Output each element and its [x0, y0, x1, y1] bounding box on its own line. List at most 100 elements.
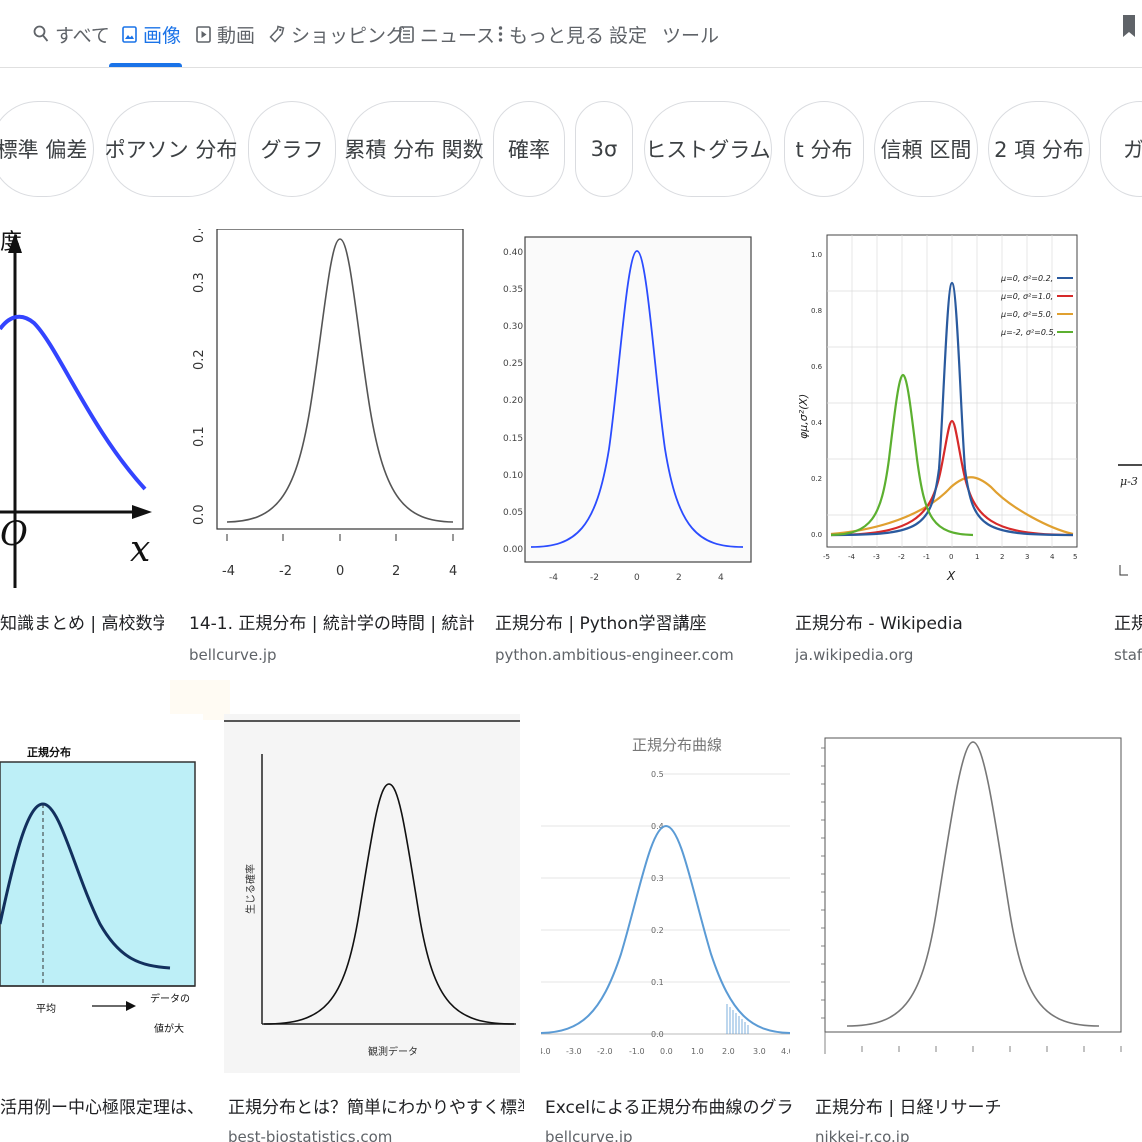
- result-source-8: bellcurve.jp: [545, 1128, 633, 1142]
- legend-entry: μ=0, σ²=1.0,: [1000, 292, 1053, 301]
- ytick: 0.4: [192, 229, 207, 243]
- tab-videos[interactable]: 動画: [194, 0, 255, 68]
- result-source-3: python.ambitious-engineer.com: [495, 646, 734, 664]
- ylabel-text: φμ,σ²(X): [797, 394, 810, 439]
- result-thumbnail-5[interactable]: μ-3: [1110, 229, 1142, 588]
- chip-binomial[interactable]: 2 項 分布: [988, 101, 1090, 197]
- label-text: μ-3: [1120, 475, 1138, 488]
- xtick: 5: [1073, 553, 1077, 561]
- xtick: -1: [923, 553, 930, 561]
- ytick: 0.2: [192, 349, 207, 370]
- ytick: 0.1: [192, 426, 207, 447]
- ytick: 0.3: [651, 874, 664, 883]
- tab-label: ショッピング: [291, 24, 406, 47]
- xtick: 4: [449, 564, 457, 579]
- xtick: 0.0: [660, 1047, 673, 1056]
- ytick: 0.25: [503, 359, 523, 369]
- result-title-6[interactable]: 活用例ー中心極限定理は、保険数…: [0, 1093, 203, 1118]
- ytick: 0.40: [503, 248, 523, 258]
- result-thumbnail-7[interactable]: 生じる確率 観測データ: [224, 714, 520, 1073]
- legend-entry: μ=0, σ²=0.2,: [1000, 274, 1053, 283]
- result-source-2: bellcurve.jp: [189, 646, 277, 664]
- chip-confidence-interval[interactable]: 信頼 区間: [874, 101, 978, 197]
- tab-news[interactable]: ニュース: [397, 0, 495, 68]
- ytick: 0.5: [651, 770, 664, 779]
- ytick: 0.4: [651, 822, 664, 831]
- origin-text: O: [0, 514, 28, 554]
- tab-tools[interactable]: ツール: [662, 0, 719, 68]
- xtick: -3.0: [566, 1047, 582, 1056]
- xtick: 1: [975, 553, 979, 561]
- ytick: 0.4: [811, 419, 823, 427]
- chart-title: 正規分布: [27, 745, 71, 759]
- ylabel-text: 生じる確率: [244, 864, 257, 914]
- result-thumbnail-6[interactable]: 正規分布 平均 データの 値が大: [0, 714, 203, 1073]
- xtick: 3.0: [753, 1047, 766, 1056]
- xtick: -3: [873, 553, 880, 561]
- chip-3-sigma[interactable]: 3σ: [575, 101, 633, 197]
- result-title-5[interactable]: 正規分: [1114, 609, 1142, 634]
- tab-more[interactable]: もっと見る: [496, 0, 604, 68]
- xtick: -2.0: [597, 1047, 613, 1056]
- bookmark-icon[interactable]: [1122, 14, 1136, 38]
- xtick: 2: [1000, 553, 1004, 561]
- ytick: 0.6: [811, 363, 823, 371]
- ytick: 0.30: [503, 322, 523, 332]
- xtick: 4: [1050, 553, 1055, 561]
- video-icon: [194, 24, 212, 44]
- xtick: -4: [549, 573, 558, 583]
- result-title-4[interactable]: 正規分布 - Wikipedia: [795, 609, 1092, 634]
- tab-shopping[interactable]: ショッピング: [268, 0, 405, 68]
- xtick: 4.0: [781, 1047, 790, 1056]
- ytick: 0.0: [192, 504, 207, 525]
- result-title-8[interactable]: Excelによる正規分布曲線のグラフの作…: [545, 1093, 794, 1118]
- xtick: -4: [848, 553, 856, 561]
- xtick: 1.0: [691, 1047, 704, 1056]
- result-thumbnail-2[interactable]: 0.0 0.1 0.2 0.3 0.4 -4 -2 0 2 4: [185, 229, 470, 588]
- ytick: 0.0: [811, 531, 822, 539]
- chip-gamma[interactable]: ガン: [1100, 101, 1142, 197]
- ytick: 0.20: [503, 396, 523, 406]
- tab-label: すべて: [55, 24, 110, 47]
- result-title-7[interactable]: 正規分布とは？簡単にわかりやすく標準偏差と…: [228, 1093, 524, 1118]
- tab-settings[interactable]: 設定: [609, 0, 647, 68]
- chip-poisson[interactable]: ポアソン 分布: [105, 101, 237, 197]
- result-title-1[interactable]: 知識まとめ | 高校数学の美…: [0, 609, 164, 634]
- xtick: 0: [634, 573, 640, 583]
- ylabel-text: 度: [0, 230, 22, 255]
- chip-cdf[interactable]: 累積 分布 関数: [344, 101, 484, 197]
- result-title-3[interactable]: 正規分布 | Python学習講座: [495, 609, 774, 634]
- xtick: 0: [336, 564, 344, 579]
- ytick: 0.2: [651, 926, 664, 935]
- result-title-2[interactable]: 14-1. 正規分布 | 統計学の時間 | 統計WEB: [189, 609, 474, 634]
- xtick: 3: [1025, 553, 1029, 561]
- note-label: 値が大: [154, 1022, 184, 1035]
- result-thumbnail-8[interactable]: 正規分布曲線 0.0 0.1 0.2 0.3 0.4 0.5 -4.0 -3.0…: [541, 714, 790, 1073]
- active-tab-indicator: [109, 63, 182, 67]
- result-thumbnail-3[interactable]: 0.00 0.05 0.10 0.15 0.20 0.25 0.30 0.35 …: [491, 229, 770, 588]
- chip-probability[interactable]: 確率: [493, 101, 565, 197]
- tab-images[interactable]: 画像: [120, 0, 181, 68]
- more-vert-icon: [496, 24, 504, 44]
- xtick: 2: [392, 564, 400, 579]
- result-thumbnail-1[interactable]: 度 O x: [0, 229, 164, 588]
- xtick: -2: [279, 564, 292, 579]
- chip-t-distribution[interactable]: t 分布: [784, 101, 864, 197]
- tab-label: ツール: [662, 24, 720, 47]
- ytick: 1.0: [811, 251, 822, 259]
- tab-label: もっと見る: [509, 24, 605, 47]
- chip-histogram[interactable]: ヒストグラム: [644, 101, 772, 197]
- result-thumbnail-4[interactable]: 0.0 0.2 0.4 0.6 0.8 1.0 -5 -4 -3 -2 -1 0…: [791, 229, 1088, 588]
- xtick: -4: [222, 564, 235, 579]
- tab-all[interactable]: すべて: [32, 0, 110, 68]
- ytick: 0.00: [503, 545, 523, 555]
- chip-graph[interactable]: グラフ: [248, 101, 336, 197]
- result-thumbnail-9[interactable]: [811, 714, 1125, 1073]
- chart-title: 正規分布曲線: [632, 736, 722, 754]
- result-title-9[interactable]: 正規分布 | 日経リサーチ: [815, 1093, 1129, 1118]
- xlabel-text: X: [946, 569, 956, 583]
- result-source-7: best-biostatistics.com: [228, 1128, 393, 1142]
- result-source-4: ja.wikipedia.org: [795, 646, 914, 664]
- chip-std-dev[interactable]: 標準 偏差: [0, 101, 94, 197]
- xtick: -2: [898, 553, 905, 561]
